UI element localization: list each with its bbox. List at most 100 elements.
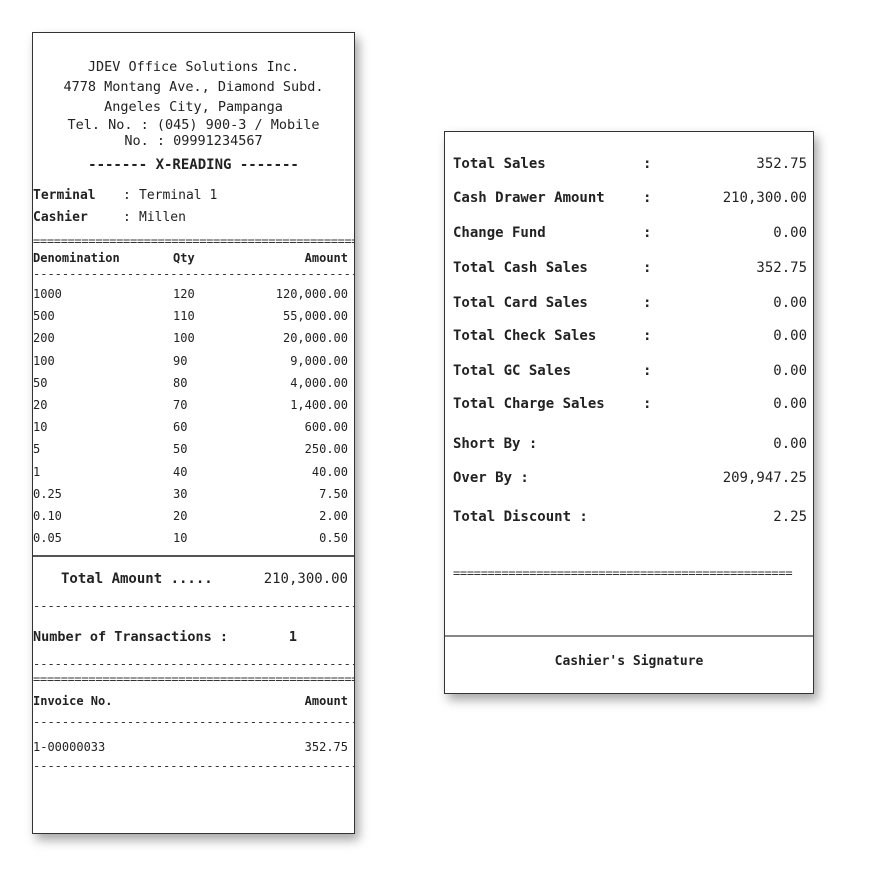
summary-row: Total Card Sales: 0.00	[453, 287, 807, 319]
table-row: 10 60 600.00	[33, 416, 354, 438]
company-tel-line2: No. : 09991234567	[124, 133, 263, 149]
summary-value: 352.75	[756, 156, 807, 172]
summary-value: 0.00	[773, 295, 807, 311]
amount: 600.00	[304, 420, 348, 435]
denomination: 50	[33, 375, 48, 390]
table-row: 200 100 20,000.00	[33, 327, 354, 349]
summary-label: Total Charge Sales	[453, 396, 605, 412]
signature-line	[445, 635, 813, 637]
summary-row: Total Sales: 352.75	[453, 149, 807, 179]
divider-dashed: ----------------------------------------…	[33, 659, 354, 670]
divider-double: ========================================…	[33, 673, 354, 686]
denomination: 0.05	[33, 531, 62, 546]
total-amount-row: Total Amount ..... 210,300.00	[33, 557, 354, 601]
cashier-sep: :	[123, 210, 131, 225]
terminal-row: Terminal : Terminal 1	[33, 185, 354, 207]
cashier-signature-label: Cashier's Signature	[554, 654, 704, 669]
summary-row: Short By : 0.00	[453, 425, 807, 463]
header-denomination: Denomination	[33, 251, 120, 265]
summary-label: Total Discount :	[453, 509, 588, 525]
table-row: 0.25 30 7.50	[33, 483, 354, 505]
denomination-table-header: Denomination Qty Amount	[33, 247, 354, 269]
amount: 4,000.00	[290, 375, 348, 390]
x-reading-receipt: JDEV Office Solutions Inc. 4778 Montang …	[32, 32, 355, 834]
summary-value: 210,300.00	[722, 190, 807, 206]
divider-double: ========================================…	[453, 567, 793, 579]
summary-value: 0.00	[773, 328, 807, 344]
denomination: 100	[33, 353, 55, 368]
summary-row: Over By : 209,947.25	[453, 463, 807, 493]
table-row: 1 40 40.00	[33, 461, 354, 483]
table-row: 0.10 20 2.00	[33, 505, 354, 527]
amount: 1,400.00	[290, 398, 348, 413]
divider-dashed: ----------------------------------------…	[33, 269, 354, 279]
divider-dashed: ----------------------------------------…	[33, 717, 354, 728]
header-invoice-no: Invoice No.	[33, 694, 113, 709]
summary-value: 352.75	[756, 260, 807, 276]
denomination: 20	[33, 398, 48, 413]
transactions-value: 1	[288, 629, 298, 646]
company-tel-line1: Tel. No. : (045) 900-3 / Mobile	[67, 117, 320, 133]
table-row: 1000 120 120,000.00	[33, 283, 354, 305]
summary-value: 2.25	[773, 509, 807, 525]
qty: 100	[173, 331, 195, 346]
summary-sep: :	[643, 396, 652, 412]
qty: 70	[173, 398, 188, 413]
summary-label: Cash Drawer Amount	[453, 190, 605, 206]
summary-label: Change Fund	[453, 225, 546, 241]
denomination: 0.10	[33, 508, 62, 523]
company-address-line2: Angeles City, Pampanga	[104, 99, 283, 115]
summary-sep: :	[643, 225, 652, 241]
total-amount-value: 210,300.00	[263, 571, 348, 588]
summary-value: 209,947.25	[722, 470, 807, 486]
denomination: 1	[33, 464, 41, 479]
amount: 40.00	[311, 464, 348, 479]
summary-sep: :	[643, 295, 652, 311]
denomination: 500	[33, 309, 55, 324]
qty: 40	[173, 464, 188, 479]
summary-sep: :	[643, 156, 652, 172]
amount: 2.00	[319, 508, 348, 523]
terminal-label: Terminal	[33, 188, 96, 203]
summary-row: Cash Drawer Amount: 210,300.00	[453, 179, 807, 217]
summary-label: Total Sales	[453, 156, 546, 172]
table-row: 0.05 10 0.50	[33, 527, 354, 549]
divider-dashed: ----------------------------------------…	[33, 761, 354, 772]
table-row: 20 70 1,400.00	[33, 394, 354, 416]
summary-value: 0.00	[773, 225, 807, 241]
invoice-amount: 352.75	[304, 740, 348, 755]
invoice-table-header: Invoice No. Amount	[33, 685, 354, 717]
summary-value: 0.00	[773, 436, 807, 452]
amount: 55,000.00	[282, 309, 348, 324]
qty: 20	[173, 508, 188, 523]
header-amount: Amount	[304, 251, 348, 265]
amount: 7.50	[319, 486, 348, 501]
cashier-row: Cashier : Millen	[33, 207, 354, 229]
transactions-label: Number of Transactions :	[33, 629, 229, 646]
amount: 250.00	[304, 442, 348, 457]
sales-summary: Total Sales: 352.75 Cash Drawer Amount: 21…	[445, 149, 813, 537]
denomination: 1000	[33, 287, 62, 302]
denomination: 5	[33, 442, 41, 457]
denomination: 0.25	[33, 486, 62, 501]
divider-double: ========================================…	[33, 235, 354, 247]
header-invoice-amount: Amount	[304, 694, 348, 709]
summary-row: Total Charge Sales: 0.00	[453, 389, 807, 419]
denomination-table-body: 1000 120 120,000.00 500 110 55,000.00 200 100…	[33, 283, 354, 549]
sales-summary-receipt: Total Sales: 352.75 Cash Drawer Amount: 21…	[444, 131, 814, 694]
summary-row: Total GC Sales: 0.00	[453, 353, 807, 389]
qty: 110	[173, 309, 195, 324]
company-header: JDEV Office Solutions Inc. 4778 Montang …	[33, 57, 354, 149]
table-row: 500 110 55,000.00	[33, 305, 354, 327]
cashier-label: Cashier	[33, 210, 88, 225]
table-row: 100 90 9,000.00	[33, 350, 354, 372]
amount: 0.50	[319, 531, 348, 546]
denomination: 200	[33, 331, 55, 346]
qty: 60	[173, 420, 188, 435]
header-qty: Qty	[173, 251, 195, 265]
summary-sep: :	[643, 363, 652, 379]
amount: 9,000.00	[290, 353, 348, 368]
transactions-row: Number of Transactions : 1	[33, 615, 354, 659]
report-title: ------- X-READING -------	[88, 157, 299, 173]
summary-row: Total Check Sales: 0.00	[453, 319, 807, 353]
